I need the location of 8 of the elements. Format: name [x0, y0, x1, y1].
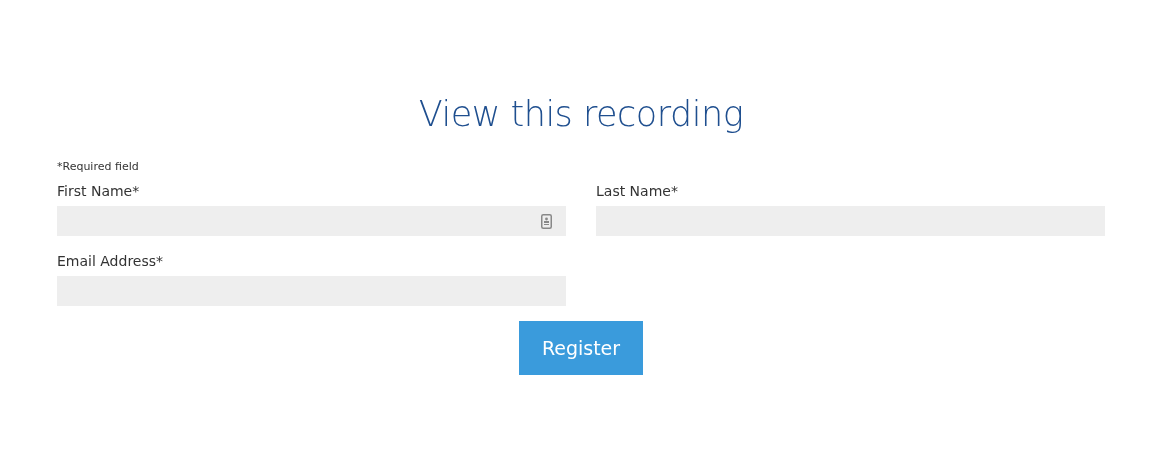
- register-button[interactable]: Register: [519, 321, 643, 375]
- field-label: Email Address*: [57, 252, 165, 270]
- field-label: Last Name*: [596, 182, 679, 200]
- input-field[interactable]: [57, 206, 566, 236]
- field-label: First Name*: [57, 182, 141, 200]
- page-title: View this recording: [418, 93, 744, 136]
- contact-card-icon[interactable]: [541, 213, 552, 229]
- required-note: *Required field: [57, 160, 140, 174]
